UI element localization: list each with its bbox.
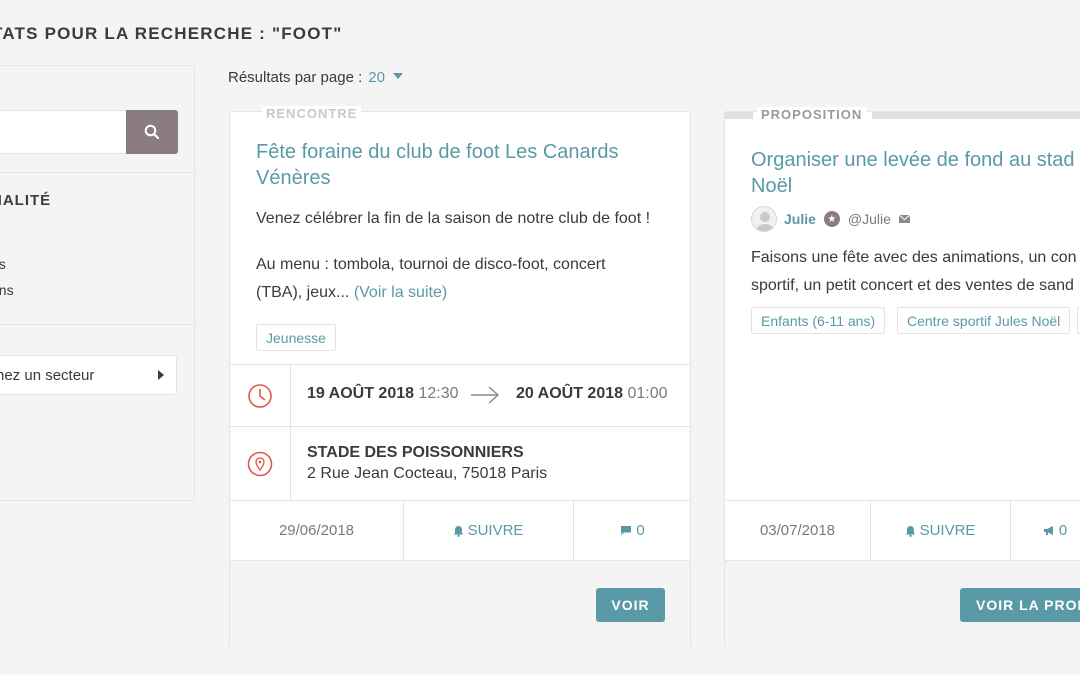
card-type-bar (725, 112, 753, 119)
clock-icon-cell (230, 365, 290, 427)
bell-icon (905, 525, 916, 537)
sector-select[interactable]: nez un secteur (0, 355, 177, 395)
divider (290, 365, 291, 500)
clock-icon (248, 384, 272, 408)
view-button[interactable]: VOIR (596, 588, 665, 622)
search-icon (144, 124, 160, 140)
view-proposal-button[interactable]: VOIR LA PROP (960, 588, 1080, 622)
filter-option[interactable]: es (0, 256, 6, 272)
card-description: Faisons une fête avec des animations, un… (751, 244, 1077, 300)
place-address: 2 Rue Jean Cocteau, 75018 Paris (307, 465, 548, 482)
per-page-label: Résultats par page : (228, 69, 363, 86)
end-datetime: 20 AOÛT 2018 01:00 (516, 385, 668, 403)
card-text-line: sportif, un petit concert et des ventes … (751, 277, 1074, 294)
author-info: Julie ★ @Julie (751, 206, 910, 232)
author-name[interactable]: Julie (784, 211, 816, 227)
card-text-line: Au menu : tombola, tournoi de disco-foot… (256, 256, 606, 273)
search-input[interactable] (0, 110, 127, 154)
card-title-line: Noël (751, 175, 793, 197)
follow-button[interactable]: SUIVRE (403, 501, 573, 560)
card-title-line: Vénères (256, 167, 331, 189)
filter-option[interactable]: ons (0, 282, 14, 298)
follow-label: SUIVRE (467, 522, 524, 539)
envelope-icon[interactable] (898, 215, 910, 223)
card-text-line: Faisons une fête avec des animations, un… (751, 249, 1077, 266)
start-time: 12:30 (418, 385, 459, 402)
publish-date: 29/06/2018 (278, 522, 355, 539)
filters-sidebar: NALITÉ es ons nez un secteur (0, 65, 196, 501)
sector-select-label: nez un secteur (0, 366, 95, 384)
end-date: 20 AOÛT 2018 (516, 385, 624, 402)
location-pin-icon (247, 451, 273, 476)
per-page-value[interactable]: 20 (368, 69, 385, 86)
search-button[interactable] (126, 110, 178, 154)
follow-label: SUIVRE (919, 522, 976, 539)
megaphone-icon (1043, 525, 1055, 536)
publish-date: 03/07/2018 (759, 522, 836, 539)
divider (230, 364, 690, 365)
card-text-line: (TBA), jeux... (Voir la suite) (256, 279, 606, 307)
tag-badge[interactable]: Centre sportif Jules Noël (897, 307, 1071, 334)
divider (0, 172, 196, 173)
chevron-down-icon[interactable] (392, 73, 403, 79)
filter-section-title: NALITÉ (0, 192, 52, 209)
follow-button[interactable]: SUIVRE (870, 501, 1010, 560)
card-type-bar (872, 112, 1080, 119)
comments-button[interactable]: 0 (573, 501, 692, 560)
bell-icon (453, 525, 464, 537)
card-title[interactable]: Organiser une levée de fond au stad Noël (751, 147, 1075, 199)
card-title[interactable]: Fête foraine du club de foot Les Canards… (256, 139, 618, 191)
card-type-label: PROPOSITION (757, 107, 867, 122)
votes-count: 0 (1058, 522, 1068, 539)
tag-badge[interactable]: Enfants (6-11 ans) (751, 307, 886, 334)
card-description: Venez célébrer la fin de la saison de no… (256, 210, 651, 227)
divider (230, 426, 690, 427)
avatar[interactable] (751, 206, 777, 232)
author-nickname: @Julie (847, 211, 891, 227)
start-date: 19 AOÛT 2018 (307, 385, 415, 402)
result-card: PROPOSITION Organiser une levée de fond … (724, 107, 1080, 648)
arrow-right-icon (471, 386, 500, 404)
start-datetime: 19 AOÛT 2018 12:30 (307, 385, 459, 403)
location-icon-cell (230, 427, 290, 500)
votes-button[interactable]: 0 (1010, 501, 1080, 560)
card-description-more: Au menu : tombola, tournoi de disco-foot… (256, 251, 606, 307)
card-type-label: RENCONTRE (262, 106, 362, 121)
page-title: TATS POUR LA RECHERCHE : "FOOT" (0, 24, 343, 43)
card-text-end: (TBA), jeux... (256, 284, 350, 301)
place-name: STADE DES POISSONNIERS (307, 444, 524, 461)
end-time: 01:00 (627, 385, 668, 402)
star-badge-icon: ★ (823, 211, 840, 227)
result-card: RENCONTRE Fête foraine du club de foot L… (229, 106, 692, 648)
comment-icon (620, 525, 632, 536)
card-title-line: Fête foraine du club de foot Les Canards (256, 141, 619, 163)
results-per-page: Résultats par page : 20 (228, 69, 403, 86)
comments-count: 0 (636, 522, 645, 539)
tag-badge[interactable]: Jeunesse (256, 324, 336, 351)
caret-right-icon (158, 370, 164, 380)
divider (0, 324, 196, 325)
read-more-link[interactable]: (Voir la suite) (354, 284, 447, 301)
card-title-line: Organiser une levée de fond au stad (751, 149, 1075, 171)
